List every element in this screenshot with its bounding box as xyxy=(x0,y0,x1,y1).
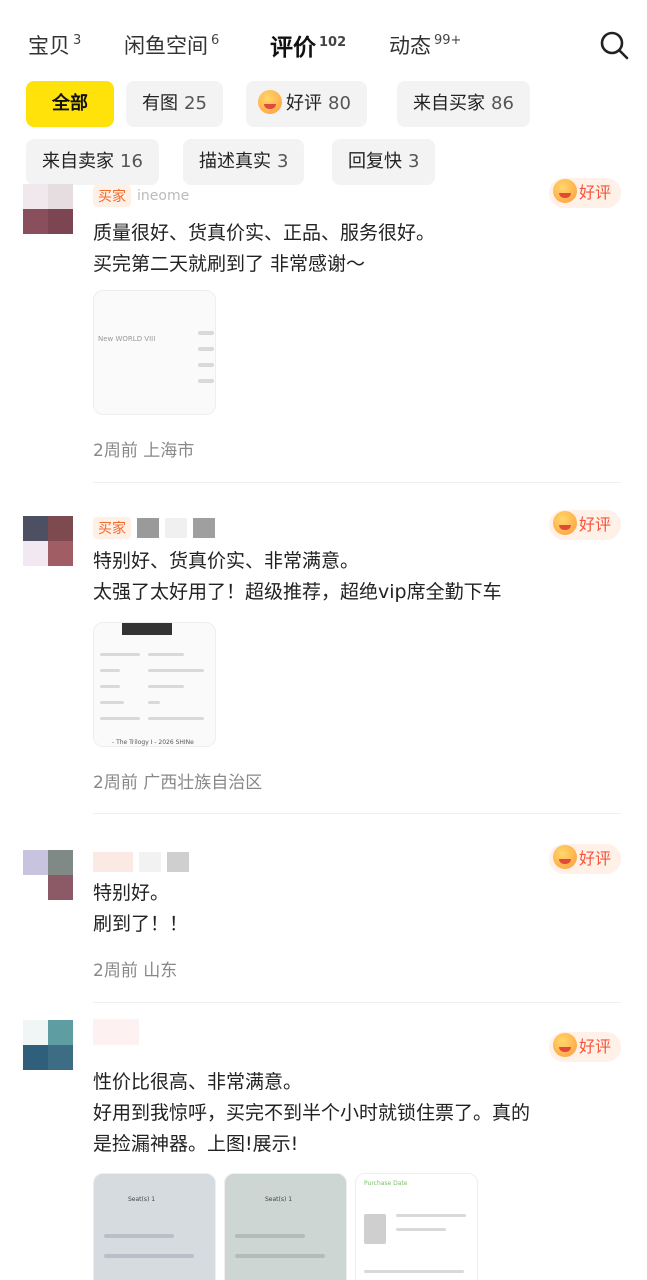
filter-positive[interactable]: 好评 80 xyxy=(246,81,367,127)
tab-count: 6 xyxy=(211,33,220,48)
top-tab-bar: 宝贝 3 闲鱼空间 6 评价 102 动态 99+ xyxy=(0,0,647,82)
avatar[interactable] xyxy=(23,850,73,900)
positive-badge: 好评 xyxy=(548,178,621,208)
positive-badge: 好评 xyxy=(548,510,621,540)
reviewer-name[interactable]: 买家 ineome xyxy=(93,184,189,208)
review-text-line: 质量很好、货真价实、正品、服务很好。 xyxy=(93,222,436,244)
smile-face-icon xyxy=(258,90,282,114)
review-image[interactable]: Seat(s) 1 xyxy=(93,1173,216,1280)
avatar[interactable] xyxy=(23,1020,73,1070)
positive-badge: 好评 xyxy=(548,844,621,874)
reviewer-username-blur xyxy=(137,518,159,538)
image-caption: New WORLD VIII xyxy=(98,335,156,343)
search-icon[interactable] xyxy=(599,30,629,60)
filter-label: 描述真实 xyxy=(199,151,271,172)
smile-face-icon xyxy=(552,845,577,869)
reviewer-username: ineome xyxy=(137,188,190,204)
review-text-line: 特别好。 xyxy=(93,882,170,904)
filter-count: 80 xyxy=(328,93,351,114)
review-text-line: 太强了太好用了！超级推荐，超绝vip席全勤下车 xyxy=(93,581,502,603)
divider xyxy=(93,1002,621,1003)
smile-face-icon xyxy=(552,1033,577,1057)
badge-label: 好评 xyxy=(578,515,611,534)
reviewer-role: 买家 xyxy=(93,517,131,539)
reviewer-username-blur xyxy=(93,1019,139,1045)
filter-label: 来自买家 xyxy=(413,93,485,114)
smile-face-icon xyxy=(552,511,577,535)
review-meta: 2周前 广西壮族自治区 xyxy=(93,773,263,793)
review-text: 性价比很高、非常满意。 好用到我惊呼，买完不到半个小时就锁住票了。真的 是捡漏神… xyxy=(93,1067,623,1160)
divider xyxy=(93,813,621,814)
avatar[interactable] xyxy=(23,516,73,566)
filter-count: 86 xyxy=(491,93,514,114)
filter-count: 3 xyxy=(408,151,420,172)
review-image[interactable]: - The Trilogy I - 2026 SHINe xyxy=(93,622,216,747)
tab-items[interactable]: 宝贝 3 xyxy=(28,30,81,60)
reviewer-username-blur xyxy=(167,852,189,872)
tab-count: 3 xyxy=(73,33,82,48)
badge-label: 好评 xyxy=(578,183,611,202)
filter-count: 25 xyxy=(184,93,207,114)
positive-badge: 好评 xyxy=(548,1032,621,1062)
filter-count: 16 xyxy=(120,151,143,172)
smile-face-icon xyxy=(552,179,577,203)
filter-label: 全部 xyxy=(52,93,88,114)
reviewer-username-blur xyxy=(93,852,133,872)
review-text-line: 是捡漏神器。上图!展示! xyxy=(93,1133,299,1155)
tab-label: 动态 xyxy=(389,34,431,58)
reviewer-name[interactable] xyxy=(93,850,189,874)
filter-label: 来自卖家 xyxy=(42,151,114,172)
review-text-line: 刷到了！！ xyxy=(93,913,189,935)
review-text-line: 特别好、货真价实、非常满意。 xyxy=(93,550,360,572)
filter-fast-reply[interactable]: 回复快 3 xyxy=(332,139,436,185)
filter-accurate-description[interactable]: 描述真实 3 xyxy=(183,139,305,185)
review-image[interactable]: Purchase Date xyxy=(355,1173,478,1280)
reviewer-name[interactable] xyxy=(93,1019,139,1045)
image-caption: Seat(s) 1 xyxy=(128,1196,156,1203)
filter-from-buyer[interactable]: 来自买家 86 xyxy=(397,81,530,127)
badge-label: 好评 xyxy=(578,849,611,868)
filter-label: 好评 xyxy=(286,93,322,114)
tab-space[interactable]: 闲鱼空间 6 xyxy=(124,30,219,60)
filter-label: 回复快 xyxy=(348,151,402,172)
tab-count: 102 xyxy=(319,35,347,50)
badge-label: 好评 xyxy=(578,1037,611,1056)
image-caption: Purchase Date xyxy=(364,1180,408,1187)
filter-all[interactable]: 全部 xyxy=(26,81,114,127)
reviewer-username-blur xyxy=(139,852,161,872)
review-text: 质量很好、货真价实、正品、服务很好。 买完第二天就刷到了 非常感谢～ xyxy=(93,218,623,280)
reviewer-username-blur xyxy=(165,518,187,538)
tab-reviews[interactable]: 评价 102 xyxy=(270,28,346,62)
tab-count: 99+ xyxy=(434,33,462,48)
filter-with-images[interactable]: 有图 25 xyxy=(126,81,223,127)
review-text: 特别好。 刷到了！！ xyxy=(93,878,623,940)
review-meta: 2周前 山东 xyxy=(93,961,178,981)
review-text: 特别好、货真价实、非常满意。 太强了太好用了！超级推荐，超绝vip席全勤下车 xyxy=(93,546,623,608)
filter-count: 3 xyxy=(277,151,289,172)
review-text-line: 性价比很高、非常满意。 xyxy=(93,1071,303,1093)
review-text-line: 买完第二天就刷到了 非常感谢～ xyxy=(93,253,366,275)
image-caption: Seat(s) 1 xyxy=(265,1196,293,1203)
avatar[interactable] xyxy=(23,184,73,234)
review-image[interactable]: Seat(s) 1 xyxy=(224,1173,347,1280)
filter-label: 有图 xyxy=(142,93,178,114)
review-text-line: 好用到我惊呼，买完不到半个小时就锁住票了。真的 xyxy=(93,1102,531,1124)
tab-activity[interactable]: 动态 99+ xyxy=(389,30,461,60)
review-image[interactable]: New WORLD VIII xyxy=(93,290,216,415)
reviewer-name[interactable]: 买家 xyxy=(93,516,215,540)
review-meta: 2周前 上海市 xyxy=(93,441,195,461)
tab-label: 宝贝 xyxy=(28,34,70,58)
filter-from-seller[interactable]: 来自卖家 16 xyxy=(26,139,159,185)
divider xyxy=(93,482,621,483)
tab-label: 闲鱼空间 xyxy=(124,34,208,58)
reviewer-role: 买家 xyxy=(93,185,131,207)
tab-label: 评价 xyxy=(270,35,316,61)
reviewer-username-blur xyxy=(193,518,215,538)
image-caption: - The Trilogy I - 2026 SHINe xyxy=(112,739,194,746)
